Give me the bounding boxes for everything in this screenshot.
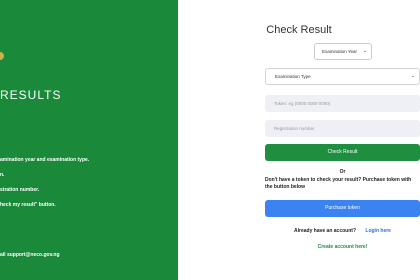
account-prompt: Already have an account? Login here	[265, 228, 420, 234]
purchase-token-note: Don't have a token to check your result?…	[265, 177, 412, 190]
examination-year-select[interactable]: Examination Year ⌄	[314, 43, 372, 60]
check-result-button[interactable]: Check Result	[265, 144, 420, 161]
instruction-item: stration number.	[0, 187, 40, 193]
instruction-item: amination year and examination type.	[0, 157, 90, 163]
examination-year-label: Examination Year	[322, 49, 358, 54]
results-heading: RESULTS	[0, 88, 62, 102]
account-question: Already have an account?	[294, 228, 356, 234]
examination-type-select[interactable]: Examination Type ⌄	[265, 68, 420, 85]
instruction-item: heck my result" button.	[0, 202, 56, 208]
page-title: Check Result	[266, 24, 332, 36]
support-email: ail support@neco.gov.ng	[0, 252, 60, 258]
registration-number-input[interactable]	[265, 120, 420, 137]
purchase-token-button[interactable]: Purchase token	[265, 200, 420, 217]
chevron-down-icon: ⌄	[362, 48, 367, 54]
create-account-link[interactable]: Create account here!	[265, 244, 420, 250]
or-separator: Or	[339, 169, 346, 175]
chevron-down-icon: ⌄	[410, 73, 415, 79]
left-info-panel: RESULTS amination year and examination t…	[0, 0, 178, 280]
check-result-form: Check Result Examination Year ⌄ Examinat…	[178, 0, 420, 280]
token-input[interactable]	[265, 95, 420, 112]
instruction-item: n.	[0, 172, 5, 178]
logo	[0, 52, 4, 60]
login-link[interactable]: Login here	[365, 228, 391, 234]
examination-type-label: Examination Type	[275, 74, 311, 79]
